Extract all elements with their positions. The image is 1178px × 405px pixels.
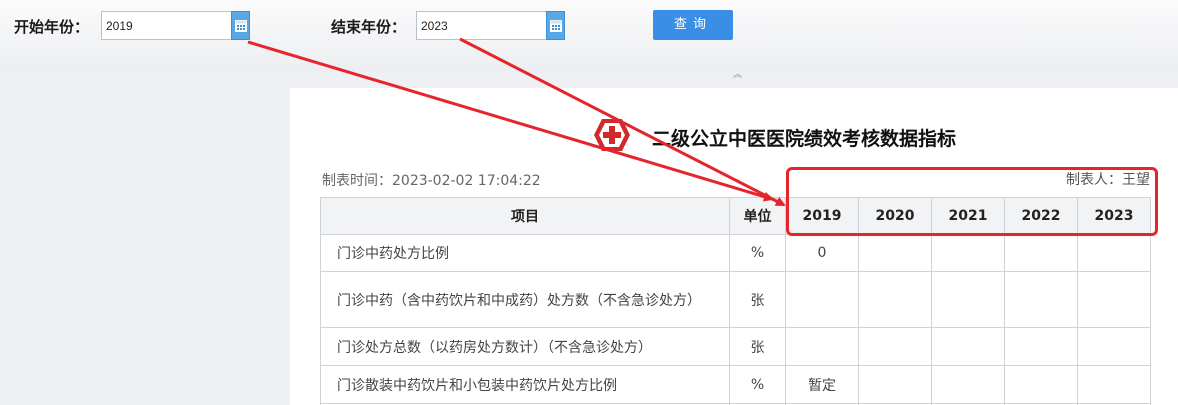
unit-cell: % — [729, 365, 786, 404]
report-title: 二级公立中医医院绩效考核数据指标 — [652, 128, 957, 150]
value-cell — [931, 327, 1005, 366]
item-cell: 门诊中药（含中药饮片和中成药）处方数（不含急诊处方） — [320, 271, 730, 328]
value-cell — [1077, 234, 1151, 272]
col-header-item: 项目 — [320, 197, 730, 235]
table-row: 门诊散装中药饮片和小包装中药饮片处方比例 % 暂定 — [320, 365, 1151, 404]
end-year-field[interactable] — [416, 11, 547, 40]
value-cell — [785, 271, 859, 328]
end-calendar-button[interactable] — [546, 11, 565, 40]
start-year-field[interactable] — [101, 11, 232, 40]
value-cell — [1004, 365, 1078, 404]
value-cell: 暂定 — [785, 365, 859, 404]
item-cell: 门诊处方总数（以药房处方数计）（不含急诊处方） — [320, 327, 730, 366]
hospital-logo-icon — [594, 119, 630, 151]
start-calendar-button[interactable] — [231, 11, 250, 40]
unit-cell: % — [729, 234, 786, 272]
table-row: 门诊处方总数（以药房处方数计）（不含急诊处方） 张 — [320, 327, 1151, 366]
start-year-label: 开始年份： — [14, 18, 90, 36]
table-row: 门诊中药（含中药饮片和中成药）处方数（不含急诊处方） 张 — [320, 271, 1151, 328]
value-cell — [931, 271, 1005, 328]
col-header-unit: 单位 — [729, 197, 786, 235]
value-cell — [858, 234, 932, 272]
calendar-icon — [550, 20, 562, 32]
value-cell — [858, 365, 932, 404]
value-cell — [785, 327, 859, 366]
value-cell — [858, 271, 932, 328]
table-row: 门诊中药处方比例 % 0 — [320, 234, 1151, 272]
end-year-input[interactable] — [417, 12, 546, 39]
value-cell — [931, 365, 1005, 404]
calendar-icon — [235, 20, 247, 32]
value-cell: 0 — [785, 234, 859, 272]
value-cell — [1004, 271, 1078, 328]
value-cell — [1077, 365, 1151, 404]
end-year-label: 结束年份： — [331, 18, 407, 36]
start-year-input[interactable] — [102, 12, 231, 39]
item-cell: 门诊散装中药饮片和小包装中药饮片处方比例 — [320, 365, 730, 404]
unit-cell: 张 — [729, 327, 786, 366]
collapse-up-icon[interactable]: ︽ — [733, 67, 742, 80]
value-cell — [1077, 271, 1151, 328]
highlight-box — [786, 167, 1158, 236]
value-cell — [1004, 234, 1078, 272]
query-button[interactable]: 查询 — [653, 10, 733, 40]
item-cell: 门诊中药处方比例 — [320, 234, 730, 272]
value-cell — [931, 234, 1005, 272]
value-cell — [858, 327, 932, 366]
created-time: 制表时间：2023-02-02 17:04:22 — [322, 173, 541, 189]
value-cell — [1077, 327, 1151, 366]
unit-cell: 张 — [729, 271, 786, 328]
value-cell — [1004, 327, 1078, 366]
